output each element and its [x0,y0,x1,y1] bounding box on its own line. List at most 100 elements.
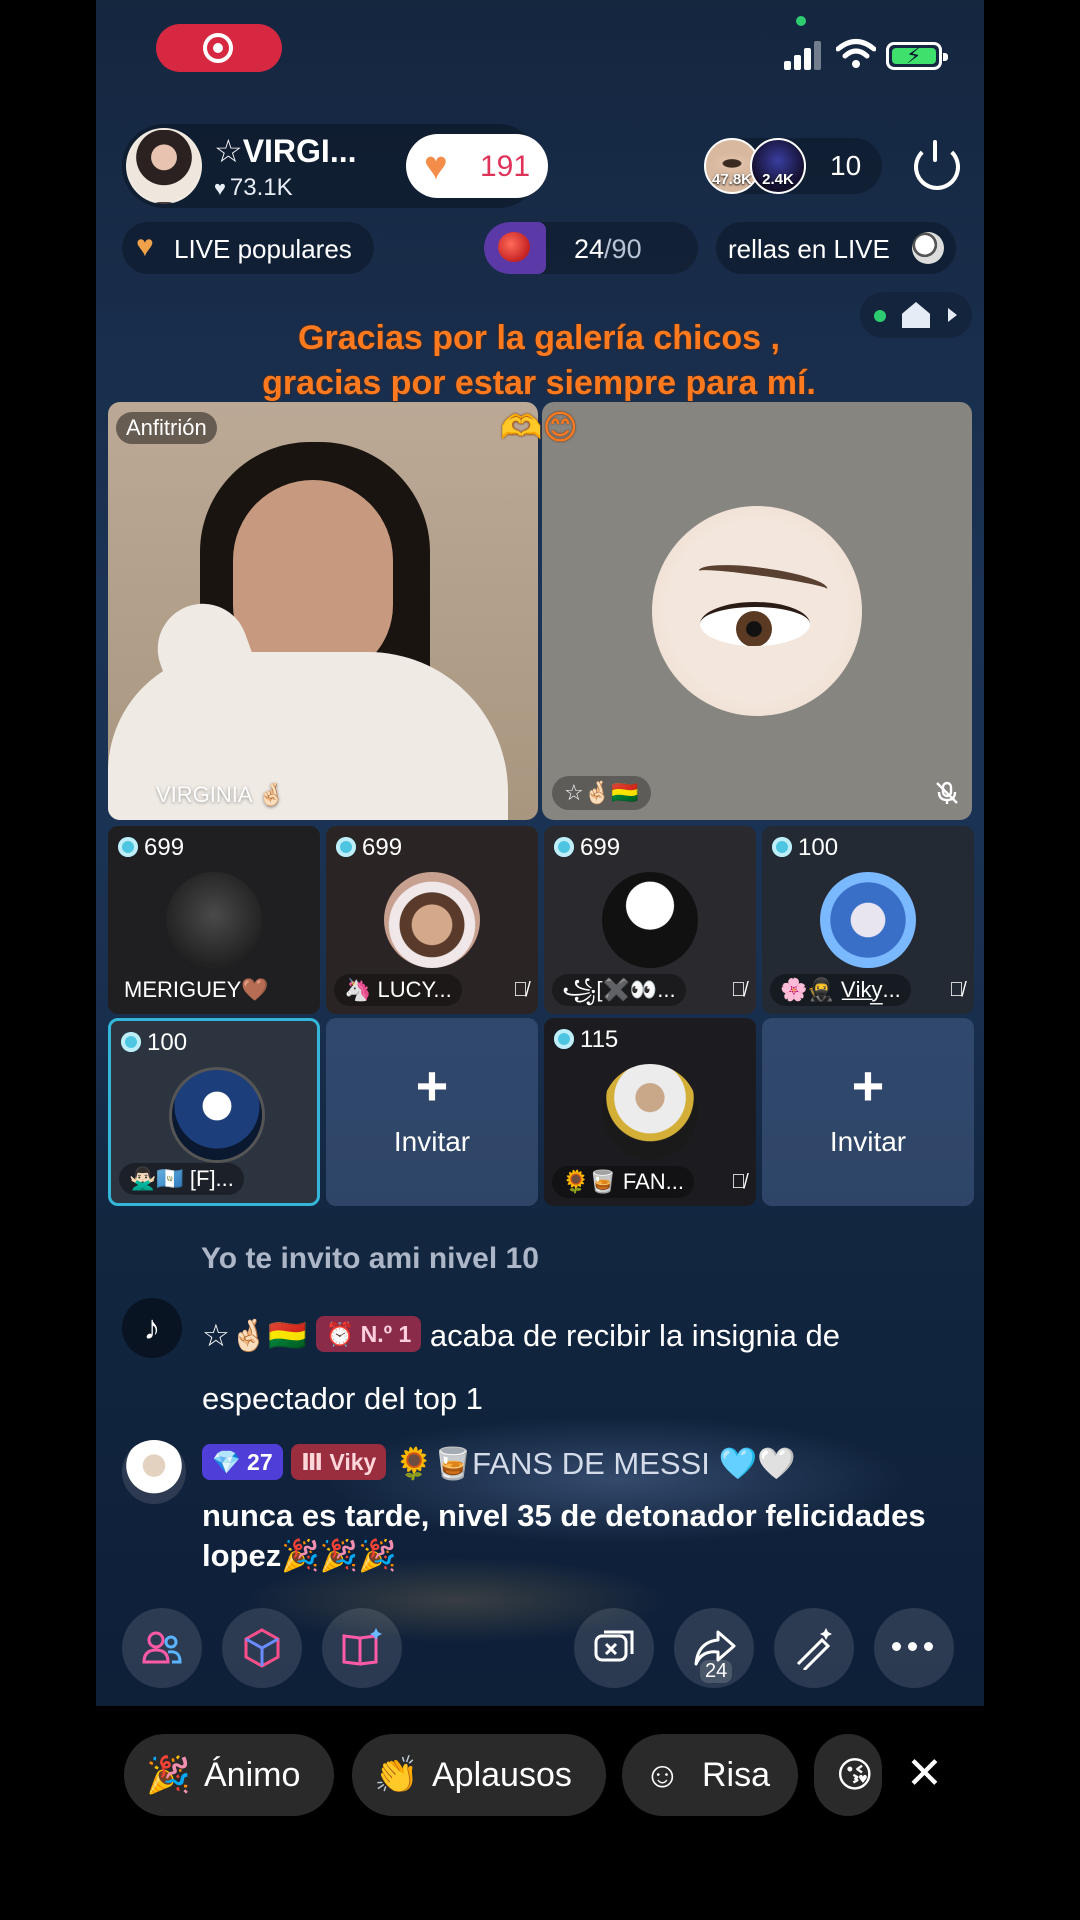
chat-system-message: ♪ ☆🤞🏻🇧🇴 ⏰ N.º 1 acaba de recibir la insi… [122,1298,962,1418]
reaction-applause[interactable]: 👏 Aplausos [352,1734,606,1816]
guest-name: 🌻🥃 FAN... [552,1166,695,1198]
quick-reactions-bar: 🎉 Ánimo 👏 Aplausos ☺ Risa 😘 ✕ [0,1706,1080,1920]
guest-tile[interactable]: 699 MERIGUEY🤎 [108,826,320,1014]
live-popular-label: LIVE populares [174,234,352,264]
status-bar: ⚡ [96,0,984,100]
guest-score: 699 [336,834,402,862]
tomato-goal-chip[interactable]: 24/90 [484,222,698,274]
more-button[interactable] [874,1608,954,1688]
host-video-face [233,480,393,680]
overlay-message: Gracias por la galería chicos , gracias … [262,319,816,447]
score-icon [118,837,138,857]
book-button[interactable] [322,1608,402,1688]
guest-name: 🙅🏻‍♂️🇬🇹 [F]... [119,1163,244,1195]
guest-avatar [169,1067,265,1163]
play-arrow-icon[interactable] [948,308,957,322]
wifi-icon [836,39,876,68]
reaction-cheer[interactable]: 🎉 Ánimo [124,1734,334,1816]
host-video[interactable]: Anfitrión VIRGINIA 🤞🏻 [108,402,538,820]
guest-avatar [820,872,916,968]
host-likes: ♥ 73.1K [214,174,293,202]
guest-name: MERIGUEY🤎 [124,977,269,1002]
screen-record-indicator[interactable] [156,24,282,72]
soccer-ball-icon [912,232,944,264]
viewer-avatar[interactable]: 2.4K [750,138,806,194]
reaction-laugh[interactable]: ☺ Risa [622,1734,798,1816]
top-viewers[interactable]: 47.8K 2.4K 10 [704,138,882,194]
viewer-count: 10 [830,150,862,181]
mic-off-icon: 🎙̸ [513,979,528,1001]
heart-icon: ♥ [136,230,154,263]
guest-video[interactable]: ☆🤞🏻🇧🇴 [542,402,972,820]
guest-name: 🦄 LUCY... [334,974,462,1006]
guest-avatar [384,872,480,968]
heart-icon: ♥ [424,144,448,188]
host-info[interactable]: ☆VIRGI... ♥ 73.1K ♥ 191 [122,124,548,208]
box-button[interactable] [222,1608,302,1688]
magic-wand-button[interactable] [774,1608,854,1688]
interaction-button[interactable] [574,1608,654,1688]
interaction-icon [594,1630,634,1662]
mini-controls[interactable] [860,292,972,338]
share-count: 24 [700,1660,733,1683]
chat-user-avatar[interactable] [122,1440,186,1504]
guest-score: 115 [554,1026,618,1054]
camera-indicator-dot [796,16,806,26]
mic-off-icon: 🎙̸ [731,979,746,1001]
guest-tile-selected[interactable]: 100 🙅🏻‍♂️🇬🇹 [F]... [108,1018,320,1206]
chat-system-user[interactable]: ☆🤞🏻🇧🇴 [202,1318,307,1353]
guest-tile[interactable]: 100 🌸🥷 V̲i̲k̲y̲... 🎙̸ [762,826,974,1014]
host-tag: Anfitrión [116,412,217,444]
clap-icon: 👏 [374,1754,419,1795]
viewer-avatar-label: 2.4K [762,171,794,188]
guest-score: 100 [121,1029,187,1057]
score-icon [554,837,574,857]
score-icon [772,837,792,857]
chat-username[interactable]: 🌻🥃FANS DE MESSI 🩵🤍 [395,1446,796,1481]
chat-message-faded: Yo te invito ami nivel 10 [201,1242,539,1275]
mic-off-icon [936,781,958,804]
guest-avatar [602,1064,698,1160]
guest-name: 🌸🥷 V̲i̲k̲y̲... [770,974,911,1006]
invite-button[interactable]: + Invitar [762,1018,974,1206]
guest-name-tag: ☆🤞🏻🇧🇴 [552,776,651,810]
record-icon [203,33,233,63]
guest-score: 699 [554,834,620,862]
guests-button[interactable] [122,1608,202,1688]
home-icon[interactable] [902,302,930,328]
kiss-icon: 😘 [836,1754,874,1795]
book-sparkle-icon [342,1628,382,1666]
guest-avatar [602,872,698,968]
guest-tile[interactable]: 115 🌻🥃 FAN... 🎙̸ [544,1018,756,1206]
reaction-label: Ánimo [204,1756,301,1794]
score-icon [121,1032,141,1052]
online-dot [874,310,886,322]
party-popper-icon: 🎉 [146,1754,191,1795]
tiktok-logo-icon: ♪ [122,1298,182,1358]
stars-live-chip[interactable]: rellas en LIVE [716,222,956,274]
live-room: ⚡ ☆VIRGI... ♥ 73.1K ♥ 191 47.8K 2.4K 10 ♥… [96,0,984,1706]
guest-tile[interactable]: 699 🦄 LUCY... 🎙̸ [326,826,538,1014]
chat-message-text: nunca es tarde, nivel 35 de detonador fe… [202,1498,926,1573]
close-icon[interactable]: ✕ [906,1750,943,1798]
host-name: ☆VIRGI... [214,133,357,169]
invite-button[interactable]: + Invitar [326,1018,538,1206]
follow-heart-button[interactable]: ♥ 191 [406,134,548,198]
plus-icon: + [851,1054,885,1117]
mic-off-icon: 🎙̸ [949,979,964,1001]
live-popular-chip[interactable]: ♥ LIVE populares [122,222,374,274]
power-icon[interactable] [914,140,960,190]
guest-score: 100 [772,834,838,862]
reaction-more[interactable]: 😘 [814,1734,882,1816]
host-avatar[interactable] [126,128,202,204]
mic-off-icon: 🎙̸ [731,1171,746,1193]
top-rank-badge: ⏰ N.º 1 [315,1316,422,1352]
score-icon [554,1029,574,1049]
battery-icon: ⚡ [886,42,948,70]
level-badge: 💎 27 [202,1444,283,1480]
share-button[interactable]: 24 [674,1608,754,1688]
tomato-current: 24 [574,234,605,264]
guest-tile[interactable]: 699 ꧁[✖️👀... 🎙̸ [544,826,756,1014]
heart-icon: ♥ [214,178,226,200]
fan-club-badge: Ⅲ Viky [291,1444,387,1480]
